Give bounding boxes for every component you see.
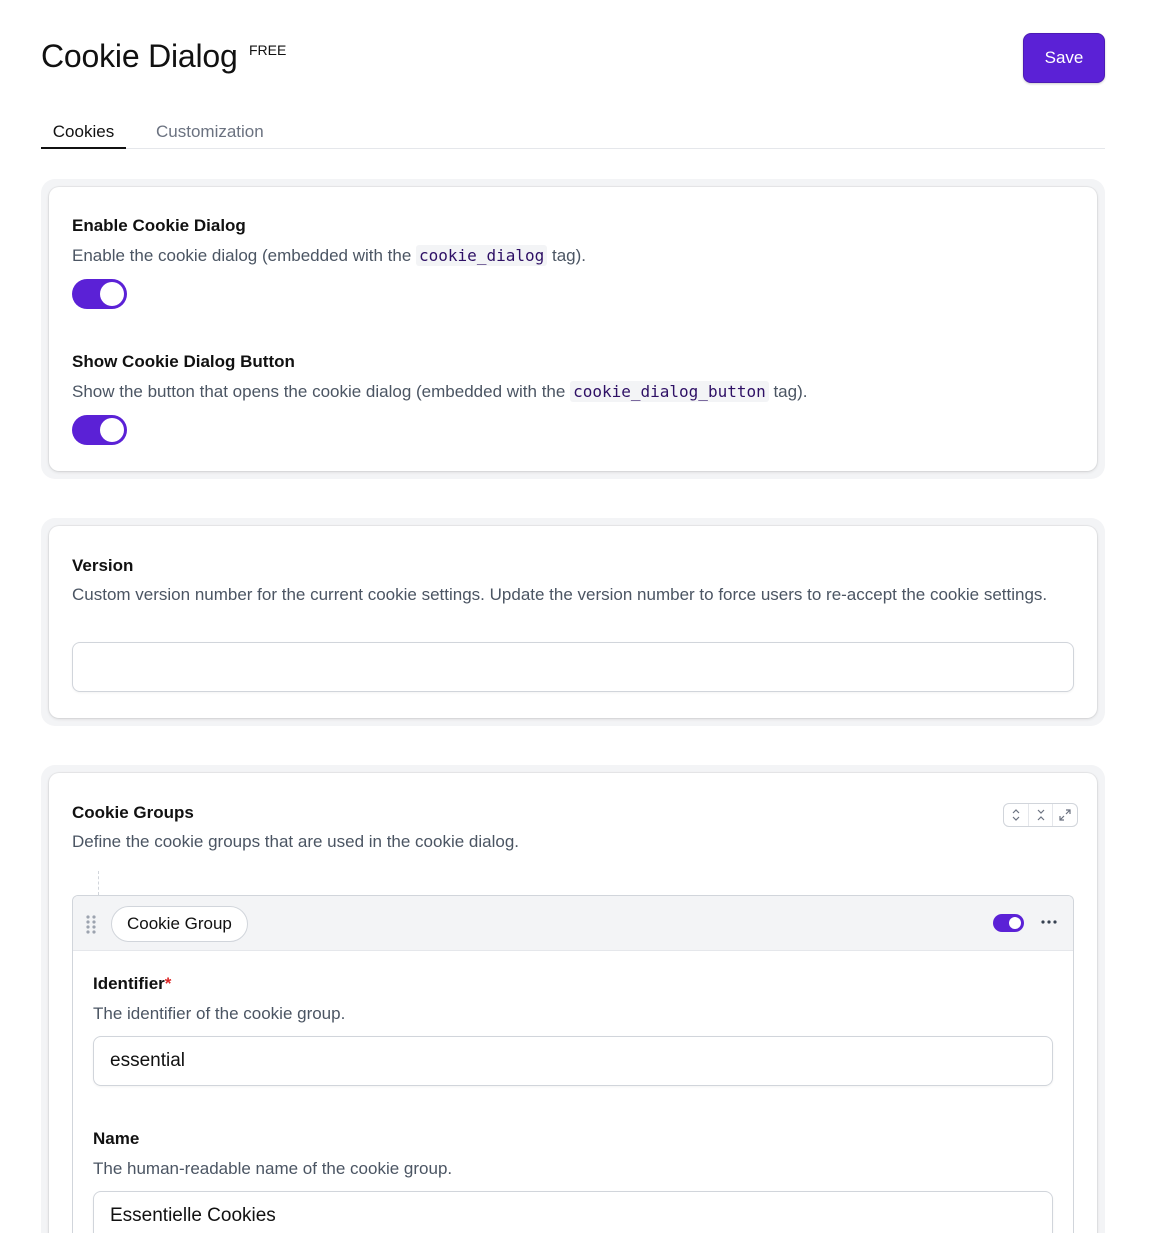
toggle-knob [1009, 917, 1021, 929]
cookie-groups-toolbar [1003, 803, 1078, 827]
enable-dialog-toggle[interactable] [72, 279, 127, 309]
show-button-desc-text: Show the button that opens the cookie di… [72, 382, 571, 401]
toggle-knob [100, 282, 124, 306]
toggle-knob [100, 418, 124, 442]
tree-connector [98, 871, 99, 895]
version-input[interactable] [72, 642, 1074, 692]
name-label: Name [93, 1129, 140, 1148]
identifier-label-text: Identifier [93, 974, 165, 993]
cookie-groups-section: Cookie Groups Define the cookie groups t… [41, 765, 1105, 1233]
collapse-all-icon[interactable] [1004, 804, 1028, 826]
save-button[interactable]: Save [1023, 33, 1105, 83]
plan-badge: FREE [249, 42, 287, 58]
cookie-groups-card: Cookie Groups Define the cookie groups t… [49, 773, 1097, 1233]
drag-handle-icon[interactable] [85, 914, 97, 934]
enable-dialog-label: Enable Cookie Dialog [72, 216, 246, 235]
show-button-desc-tail: tag). [768, 382, 808, 401]
show-button-code: cookie_dialog_button [570, 381, 769, 402]
enable-dialog-code: cookie_dialog [416, 245, 548, 266]
enable-dialog-description: Enable the cookie dialog (embedded with … [72, 243, 586, 268]
version-section: Version Custom version number for the cu… [41, 518, 1105, 726]
enable-dialog-desc-tail: tag). [547, 246, 586, 265]
identifier-input[interactable] [93, 1036, 1053, 1086]
version-label: Version [72, 556, 134, 575]
required-mark: * [164, 974, 172, 993]
show-button-label: Show Cookie Dialog Button [72, 352, 295, 371]
version-card: Version Custom version number for the cu… [49, 526, 1097, 718]
cookie-groups-description: Define the cookie groups that are used i… [72, 832, 520, 851]
page-title: Cookie Dialog [41, 38, 238, 74]
tab-cookies[interactable]: Cookies [41, 122, 126, 149]
dialog-settings-card: Enable Cookie Dialog Enable the cookie d… [49, 187, 1097, 471]
identifier-label: Identifier* [93, 974, 171, 994]
expand-icon[interactable] [1052, 804, 1077, 826]
cookie-groups-label: Cookie Groups [72, 803, 194, 822]
cookie-group-chip[interactable]: Cookie Group [111, 906, 248, 942]
more-options-icon[interactable] [1037, 910, 1061, 934]
dialog-settings-section: Enable Cookie Dialog Enable the cookie d… [41, 179, 1105, 479]
identifier-description: The identifier of the cookie group. [93, 1004, 346, 1023]
cookie-group-item: Cookie Group Identifier* The identifier … [72, 895, 1074, 1233]
name-input[interactable] [93, 1191, 1053, 1233]
cookie-group-toggle[interactable] [993, 914, 1024, 932]
show-button-description: Show the button that opens the cookie di… [72, 379, 807, 404]
show-button-toggle[interactable] [72, 415, 127, 445]
tab-customization[interactable]: Customization [156, 122, 264, 142]
name-description: The human-readable name of the cookie gr… [93, 1159, 453, 1178]
tab-bar: Cookies Customization [41, 112, 1105, 149]
version-description: Custom version number for the current co… [72, 585, 1048, 604]
collapse-icon[interactable] [1027, 804, 1053, 826]
enable-dialog-desc-text: Enable the cookie dialog (embedded with … [72, 246, 417, 265]
cookie-group-header: Cookie Group [73, 896, 1073, 951]
